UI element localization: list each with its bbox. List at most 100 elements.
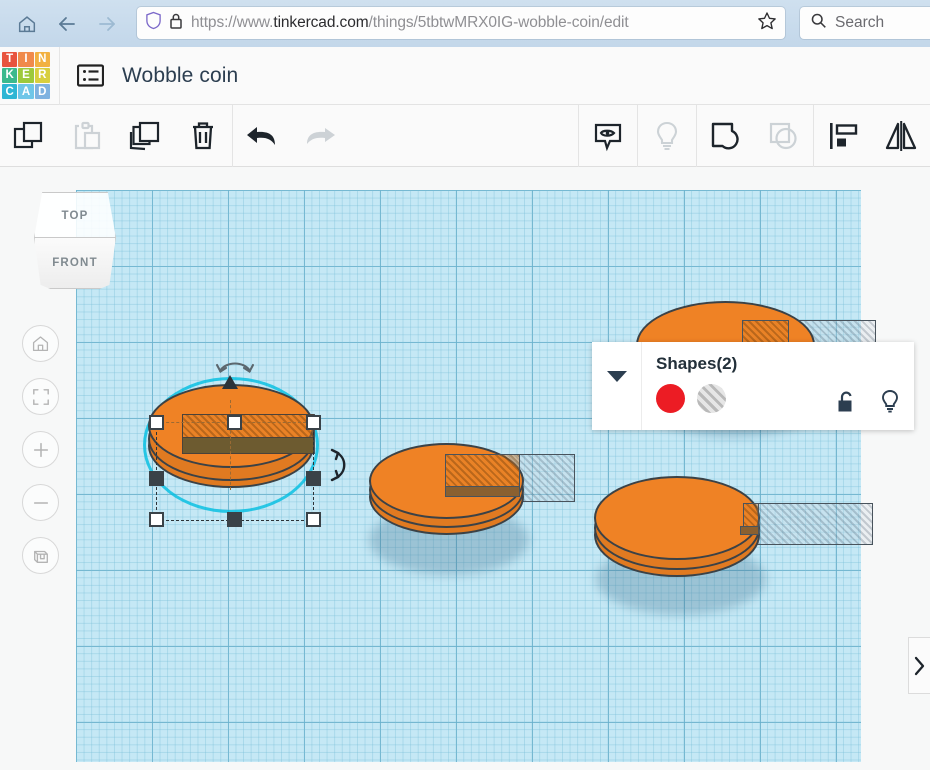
group-shapes-icon xyxy=(711,122,739,149)
app-header: T I N K E R C A D Wobble coin xyxy=(0,46,930,105)
view-cube[interactable]: TOP FRONT xyxy=(34,192,116,289)
arrow-left-icon xyxy=(59,16,75,31)
toolbar-group-edit xyxy=(0,104,349,167)
scale-handle-mid-left[interactable] xyxy=(149,471,164,486)
search-placeholder-label: Search xyxy=(835,14,885,31)
shield-icon xyxy=(145,11,162,35)
browser-search-box[interactable]: Search xyxy=(800,7,930,39)
logo-tile-a: A xyxy=(18,84,34,100)
toolbar-group-shape xyxy=(578,104,930,167)
zoom-out-button[interactable] xyxy=(22,484,59,521)
minus-icon xyxy=(33,501,48,504)
arrow-right-icon xyxy=(99,16,115,31)
view-cube-top-face[interactable]: TOP xyxy=(34,192,116,238)
coin-top-face[interactable] xyxy=(594,476,760,560)
view-cube-front-face[interactable]: FRONT xyxy=(34,237,116,289)
hole-box[interactable] xyxy=(743,503,873,545)
duplicate-button[interactable] xyxy=(116,105,174,167)
scale-handle-top-left[interactable] xyxy=(149,415,164,430)
zoom-in-button[interactable] xyxy=(22,431,59,468)
logo-tile-r: R xyxy=(34,67,50,84)
lock-icon xyxy=(169,12,183,35)
align-button[interactable] xyxy=(814,105,872,167)
chevron-right-icon xyxy=(914,656,925,675)
paste-button[interactable] xyxy=(58,105,116,167)
forward-button[interactable] xyxy=(90,7,124,41)
redo-arrow-icon xyxy=(307,127,335,144)
shapes-panel-body: Shapes(2) xyxy=(642,342,914,430)
logo-tile-t: T xyxy=(2,51,18,67)
center-axis-line xyxy=(230,400,231,490)
mirror-button[interactable] xyxy=(872,105,930,167)
home-button[interactable] xyxy=(10,7,44,41)
home-icon xyxy=(32,336,49,352)
delete-button[interactable] xyxy=(174,105,232,167)
perspective-box-icon xyxy=(33,550,48,563)
view-navigation-controls xyxy=(22,325,59,590)
right-panel-expander[interactable] xyxy=(908,637,930,694)
fit-to-view-icon xyxy=(32,388,49,405)
scale-handle-bottom-left[interactable] xyxy=(149,512,164,527)
light-button[interactable] xyxy=(638,105,696,167)
list-menu-icon xyxy=(76,64,104,87)
show-hide-button[interactable] xyxy=(579,105,637,167)
rotate-handle-right[interactable] xyxy=(330,447,356,488)
unlock-icon[interactable] xyxy=(836,390,858,419)
back-button[interactable] xyxy=(50,7,84,41)
logo-tile-e: E xyxy=(18,67,34,84)
group-button[interactable] xyxy=(697,105,755,167)
address-bar[interactable]: https://www.tinkercad.com/things/5tbtwMR… xyxy=(137,7,785,39)
home-icon xyxy=(18,15,36,32)
mirror-icon xyxy=(885,120,917,151)
shapes-panel-actions xyxy=(814,389,900,419)
trash-icon xyxy=(193,122,213,150)
scale-handle-top-right[interactable] xyxy=(306,415,321,430)
paste-icon xyxy=(74,121,101,149)
scale-handle-top-center[interactable] xyxy=(227,415,242,430)
chevron-down-icon xyxy=(606,371,627,382)
fit-view-button[interactable] xyxy=(22,378,59,415)
coin-bottom-right[interactable] xyxy=(588,469,873,615)
coin-middle[interactable] xyxy=(365,439,590,575)
header-divider xyxy=(59,46,60,105)
ungroup-button[interactable] xyxy=(755,105,813,167)
scale-handle-bottom-center[interactable] xyxy=(227,512,242,527)
undo-arrow-icon xyxy=(247,126,275,145)
solid-color-swatch[interactable] xyxy=(656,384,685,413)
copy-button[interactable] xyxy=(0,105,58,167)
coin-selected[interactable] xyxy=(138,352,358,552)
browser-toolbar: https://www.tinkercad.com/things/5tbtwMR… xyxy=(0,0,930,47)
tinkercad-app: https://www.tinkercad.com/things/5tbtwMR… xyxy=(0,0,930,770)
lightbulb-icon[interactable] xyxy=(880,389,900,419)
scale-handle-mid-right[interactable] xyxy=(306,471,321,486)
logo-tile-c: C xyxy=(2,84,18,100)
scale-handle-bottom-right[interactable] xyxy=(306,512,321,527)
eye-bubble-icon xyxy=(594,123,622,151)
url-path: /things/5tbtwMRX0IG-wobble-coin/edit xyxy=(368,14,629,31)
shapes-panel-collapse-button[interactable] xyxy=(592,342,642,430)
copy-icon xyxy=(13,121,43,148)
logo-tile-k: K xyxy=(2,67,18,84)
3d-canvas[interactable]: Workplane xyxy=(0,167,930,770)
page-title[interactable]: Wobble coin xyxy=(122,64,238,88)
redo-button[interactable] xyxy=(291,105,349,167)
home-view-button[interactable] xyxy=(22,325,59,362)
tinkercad-logo[interactable]: T I N K E R C A D xyxy=(1,51,51,101)
design-list-button[interactable] xyxy=(75,61,105,91)
shapes-panel[interactable]: Shapes(2) xyxy=(592,342,914,430)
hole-box-base-overlap xyxy=(445,486,520,497)
shapes-panel-title: Shapes(2) xyxy=(656,354,738,373)
hole-box-base-overlap xyxy=(740,526,759,535)
logo-tile-n: N xyxy=(34,51,50,67)
search-icon xyxy=(810,12,827,34)
lightbulb-icon xyxy=(656,121,678,150)
undo-button[interactable] xyxy=(233,105,291,167)
height-handle-cone[interactable] xyxy=(222,375,238,389)
hole-swatch[interactable] xyxy=(697,384,726,413)
star-icon[interactable] xyxy=(757,11,777,36)
plus-icon xyxy=(33,442,48,457)
orthographic-button[interactable] xyxy=(22,537,59,574)
url-text: https://www.tinkercad.com/things/5tbtwMR… xyxy=(191,14,629,31)
logo-tile-i: I xyxy=(18,51,34,67)
hole-box-base-overlap xyxy=(182,437,314,454)
